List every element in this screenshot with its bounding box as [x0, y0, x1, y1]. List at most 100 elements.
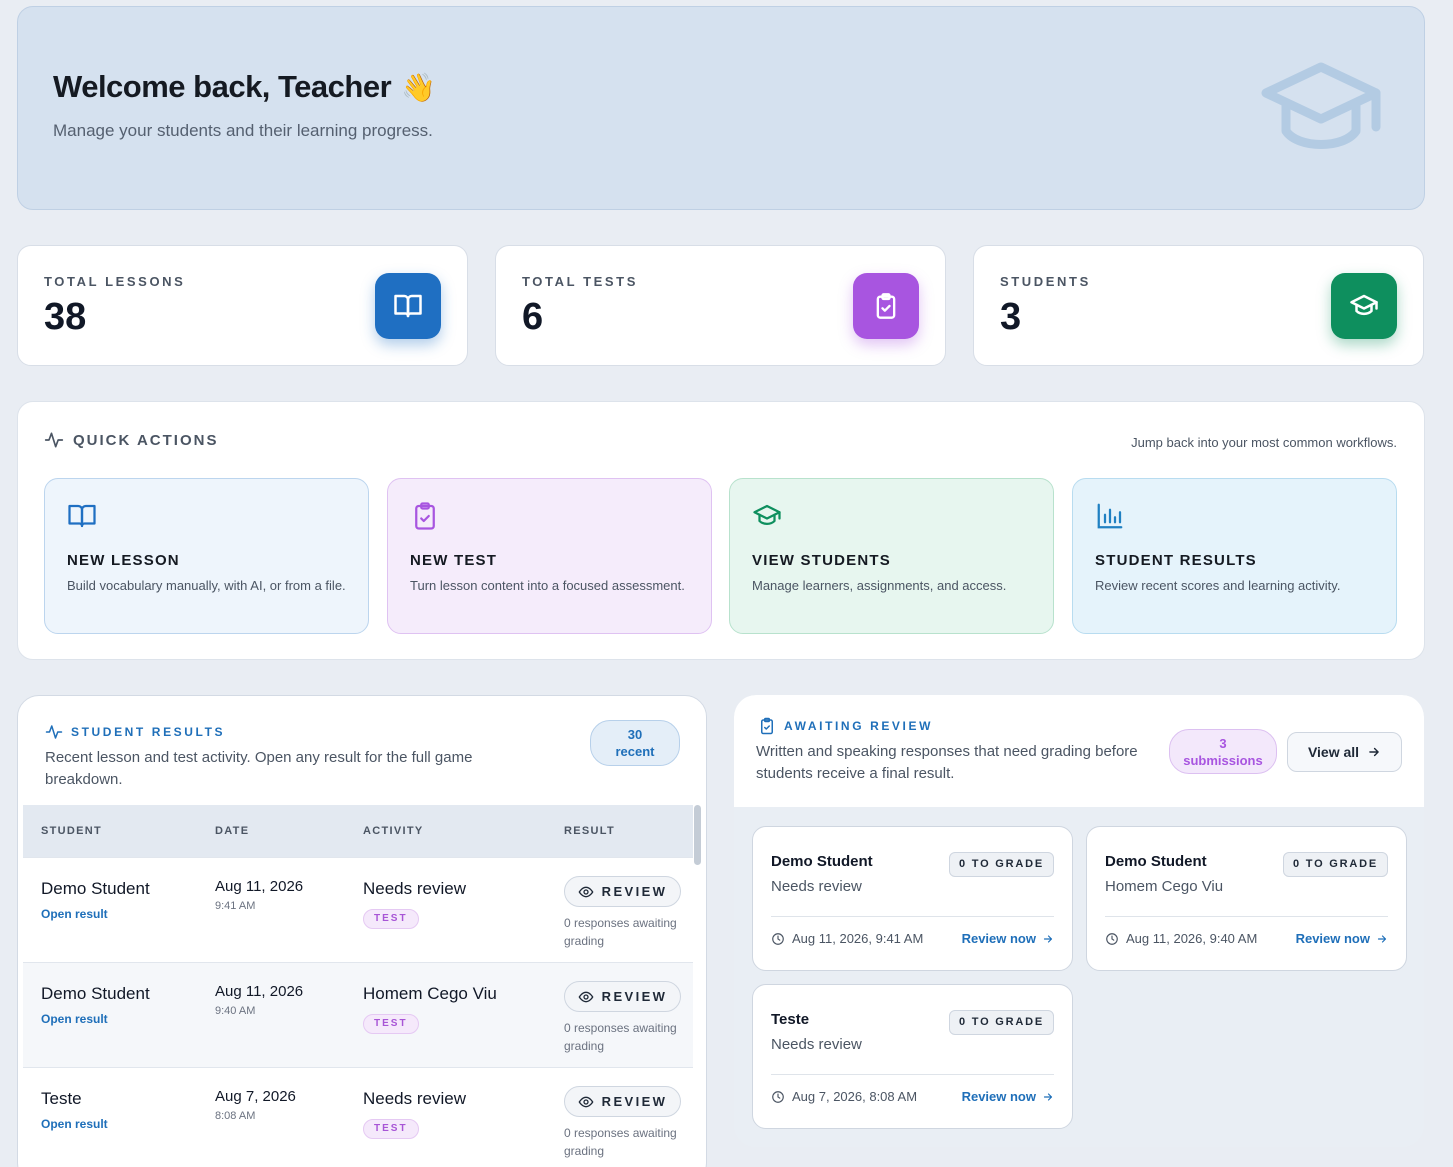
awaiting-review-panel: AWAITING REVIEW Written and speaking res… [734, 695, 1424, 1147]
eye-icon [578, 886, 594, 897]
review-student-name: Teste [771, 1011, 810, 1028]
review-date-text: Aug 11, 2026, 9:41 AM [792, 931, 924, 946]
student-results-panel: STUDENT RESULTS Recent lesson and test a… [17, 695, 707, 1167]
review-date: Aug 7, 2026, 8:08 AM [771, 1089, 917, 1104]
graduation-cap-icon [1261, 62, 1381, 149]
review-now-link[interactable]: Review now [1296, 931, 1388, 946]
quick-action-new-lesson[interactable]: NEW LESSON Build vocabulary manually, wi… [44, 478, 369, 634]
row-activity: Needs review [363, 879, 466, 898]
recent-count-label: recent [615, 744, 655, 759]
row-activity: Needs review [363, 1089, 466, 1108]
eye-icon [578, 991, 594, 1002]
column-header-result: RESULT [564, 825, 615, 837]
book-open-icon [375, 273, 441, 339]
column-header-activity: ACTIVITY [363, 825, 424, 837]
quick-action-view-students[interactable]: VIEW STUDENTS Manage learners, assignmen… [729, 478, 1054, 634]
review-button-label: REVIEW [601, 989, 668, 1004]
open-result-link[interactable]: Open result [41, 907, 108, 921]
stat-value: 38 [44, 296, 87, 338]
quick-actions-heading: QUICK ACTIONS [44, 430, 218, 450]
clipboard-check-icon [761, 717, 773, 735]
activity-icon [44, 432, 64, 448]
clipboard-check-icon [415, 502, 435, 530]
review-now-label: Review now [961, 1089, 1036, 1104]
recent-count-number: 30 [627, 727, 643, 742]
scrollbar-thumb[interactable] [694, 805, 701, 865]
quick-action-desc: Review recent scores and learning activi… [1095, 578, 1341, 593]
table-row: Teste Open result Aug 7, 2026 8:08 AM Ne… [23, 1067, 693, 1167]
quick-action-title: VIEW STUDENTS [752, 552, 891, 569]
row-student-name: Demo Student [41, 879, 150, 898]
welcome-banner: Welcome back, Teacher 👋 Manage your stud… [17, 6, 1425, 210]
review-now-label: Review now [961, 931, 1036, 946]
quick-action-title: STUDENT RESULTS [1095, 552, 1257, 569]
clock-icon [1106, 932, 1118, 945]
review-card[interactable]: Teste Needs review 0 TO GRADE Aug 7, 202… [752, 984, 1073, 1129]
quick-action-desc: Build vocabulary manually, with AI, or f… [67, 578, 346, 593]
graduation-cap-icon [753, 504, 781, 525]
review-button[interactable]: REVIEW [564, 876, 681, 907]
view-all-button[interactable]: View all [1287, 732, 1402, 772]
quick-actions-hint: Jump back into your most common workflow… [1131, 435, 1397, 450]
awaiting-review-title: AWAITING REVIEW [784, 719, 934, 733]
results-table-header: STUDENT DATE ACTIVITY RESULT [23, 805, 693, 857]
to-grade-badge: 0 TO GRADE [948, 852, 1054, 877]
stat-label: TOTAL LESSONS [44, 274, 186, 289]
quick-actions-title: QUICK ACTIONS [73, 431, 219, 449]
submissions-count-badge: 3 submissions [1169, 729, 1277, 774]
review-now-link[interactable]: Review now [962, 1089, 1054, 1104]
welcome-subtitle: Manage your students and their learning … [53, 121, 433, 140]
row-responses-status: 0 responses awaiting grading [564, 916, 677, 948]
stat-label: STUDENTS [1000, 274, 1091, 289]
student-results-title: STUDENT RESULTS [71, 725, 226, 739]
awaiting-review-heading: AWAITING REVIEW [758, 717, 933, 735]
column-header-student: STUDENT [41, 825, 103, 837]
review-card[interactable]: Demo Student Needs review 0 TO GRADE Aug… [752, 826, 1073, 971]
activity-icon [45, 725, 63, 739]
bar-chart-icon [1097, 503, 1123, 529]
review-now-label: Review now [1295, 931, 1370, 946]
open-result-link[interactable]: Open result [41, 1012, 108, 1026]
submissions-count-number: 3 [1219, 735, 1227, 751]
review-date-text: Aug 7, 2026, 8:08 AM [792, 1089, 918, 1104]
row-time: 9:41 AM [215, 900, 256, 912]
awaiting-review-header: AWAITING REVIEW Written and speaking res… [734, 695, 1424, 807]
review-date-text: Aug 11, 2026, 9:40 AM [1126, 931, 1258, 946]
divider [1105, 916, 1388, 917]
row-activity: Homem Cego Viu [363, 984, 497, 1003]
table-row: Demo Student Open result Aug 11, 2026 9:… [23, 962, 693, 1067]
row-date: Aug 7, 2026 [215, 1088, 296, 1105]
column-header-date: DATE [215, 825, 250, 837]
open-result-link[interactable]: Open result [41, 1117, 108, 1131]
view-all-label: View all [1307, 744, 1360, 760]
submissions-count-label: submissions [1183, 752, 1263, 768]
stat-label: TOTAL TESTS [522, 274, 638, 289]
quick-action-student-results[interactable]: STUDENT RESULTS Review recent scores and… [1072, 478, 1397, 634]
review-activity: Needs review [771, 1036, 862, 1053]
review-student-name: Demo Student [771, 853, 873, 870]
student-results-desc: Recent lesson and test activity. Open an… [45, 749, 473, 788]
stat-value: 6 [522, 296, 544, 338]
review-student-name: Demo Student [1105, 853, 1207, 870]
activity-type-badge: TEST [363, 1119, 419, 1139]
activity-type-badge: TEST [363, 909, 419, 929]
to-grade-badge: 0 TO GRADE [1282, 852, 1388, 877]
review-card[interactable]: Demo Student Homem Cego Viu 0 TO GRADE A… [1086, 826, 1407, 971]
quick-action-title: NEW LESSON [67, 552, 180, 569]
review-now-link[interactable]: Review now [962, 931, 1054, 946]
arrow-right-icon [1043, 934, 1053, 943]
divider [771, 1074, 1054, 1075]
stat-card-total-tests: TOTAL TESTS 6 [495, 245, 946, 366]
graduation-cap-icon [1331, 273, 1397, 339]
quick-action-new-test[interactable]: NEW TEST Turn lesson content into a focu… [387, 478, 712, 634]
row-student-name: Demo Student [41, 984, 150, 1003]
activity-type-badge: TEST [363, 1014, 419, 1034]
book-open-icon [68, 504, 96, 528]
review-button[interactable]: REVIEW [564, 1086, 681, 1117]
recent-count-badge: 30 recent [590, 720, 680, 766]
arrow-right-icon [1369, 747, 1379, 757]
page-title: Welcome back, Teacher 👋 [53, 69, 436, 105]
row-time: 9:40 AM [215, 1005, 256, 1017]
review-activity: Needs review [771, 878, 862, 895]
review-button[interactable]: REVIEW [564, 981, 681, 1012]
